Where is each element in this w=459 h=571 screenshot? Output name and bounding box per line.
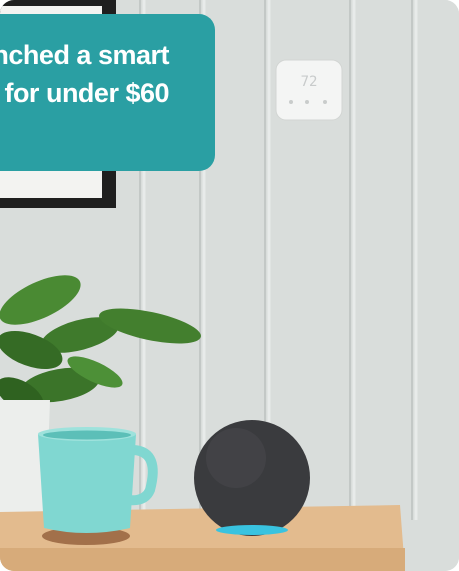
smart-speaker (194, 420, 310, 536)
smart-thermostat: 72 (275, 59, 343, 121)
headline-line-1: nched a smart (0, 40, 170, 70)
headline-line-2: for under $60 (4, 78, 169, 108)
thermostat-temperature: 72 (301, 74, 318, 90)
headline-banner: nched a smart for under $60 (0, 14, 215, 171)
photo-frame: 72 nched a smart for under $60 (0, 0, 459, 571)
table-edge (0, 548, 405, 571)
